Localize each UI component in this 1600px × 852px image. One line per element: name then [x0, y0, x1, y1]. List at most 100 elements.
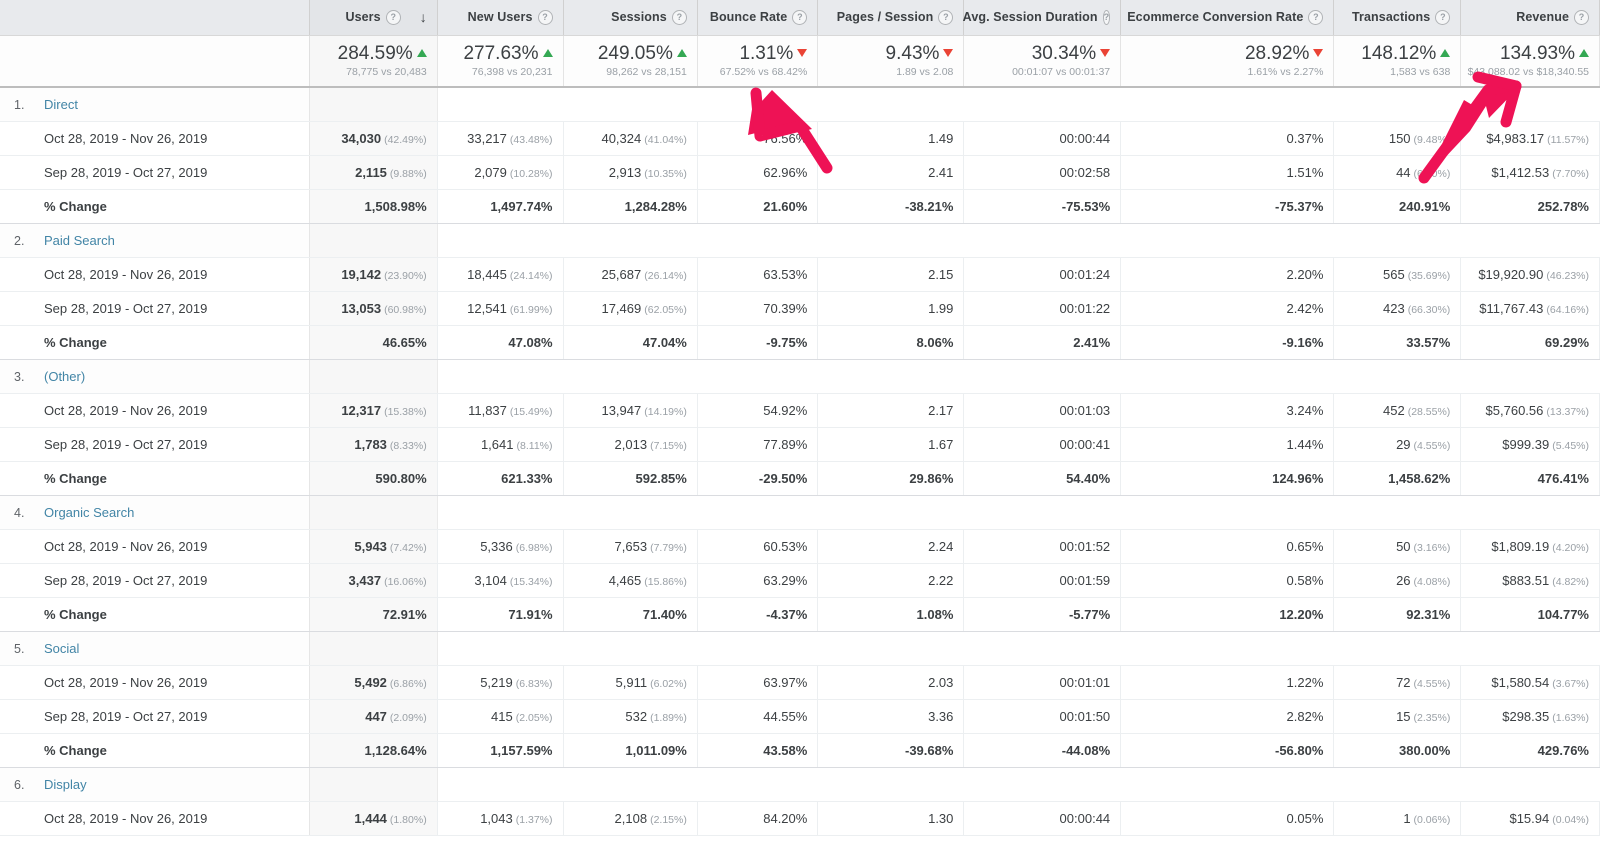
cell-percent-of-total: (6.02%) — [650, 677, 687, 690]
cell-value: 0.58% — [1286, 572, 1324, 588]
cell-transactions: 92.31% — [1333, 597, 1462, 632]
help-icon[interactable]: ? — [1574, 9, 1589, 25]
cell-pages_session: 1.08% — [817, 597, 965, 632]
cell-bounce_rate: 84.20% — [697, 801, 819, 836]
cell-value: 2,079 — [474, 164, 507, 180]
summary-value: 30.34% — [1031, 42, 1097, 64]
cell-sessions: 592.85% — [563, 461, 698, 496]
change-row: % Change 46.65% 47.08% 47.04% -9.75% 8.06% 2.4… — [0, 325, 1600, 360]
summary-cell-bounce_rate: 1.31% 67.52% vs 68.42% — [697, 35, 819, 88]
group-name-link[interactable]: (Other) — [44, 369, 85, 384]
cell-value: 44 — [1396, 164, 1411, 180]
cell-value: 0.65% — [1286, 538, 1324, 554]
group-name-link[interactable]: Organic Search — [44, 505, 134, 520]
cell-value: 60.53% — [763, 538, 808, 554]
cell-value: 70.39% — [763, 300, 808, 316]
help-icon[interactable]: ? — [792, 9, 808, 25]
cell-ecommerce_cr: 124.96% — [1120, 461, 1335, 496]
cell-value: 252.78% — [1537, 198, 1589, 214]
group-spacer — [437, 223, 1600, 258]
column-header-bounce-rate[interactable]: Bounce Rate ? — [697, 0, 819, 36]
cell-value: 62.96% — [763, 164, 808, 180]
cell-value: 1.49 — [928, 130, 954, 146]
cell-value: 5,943 — [354, 538, 387, 554]
cell-bounce_rate: 76.56% — [697, 121, 819, 156]
cell-percent-of-total: (2.05%) — [515, 711, 553, 724]
row-label-cell: Oct 28, 2019 - Nov 26, 2019 — [0, 529, 310, 564]
cell-value: $19,920.90 — [1478, 266, 1544, 282]
cell-percent-of-total: (16.06%) — [384, 575, 427, 588]
sort-descending-icon[interactable]: ↓ — [420, 10, 427, 24]
cell-percent-of-total: (4.55%) — [1413, 677, 1451, 690]
row-label-cell: Oct 28, 2019 - Nov 26, 2019 — [0, 665, 310, 700]
cell-value: 3.24% — [1286, 402, 1324, 418]
cell-value: 2.41% — [1073, 334, 1111, 350]
cell-revenue: $4,983.17 (11.57%) — [1460, 121, 1600, 156]
help-icon[interactable]: ? — [537, 9, 553, 25]
column-header-pages-session[interactable]: Pages / Session ? — [817, 0, 965, 36]
cell-percent-of-total: (3.16%) — [1413, 541, 1451, 554]
summary-cell-sessions: 249.05% 98,262 vs 28,151 — [563, 35, 698, 88]
trend-down-icon — [943, 48, 954, 57]
column-header-avg-session-duration[interactable]: Avg. Session Duration ? — [963, 0, 1122, 36]
help-icon[interactable]: ? — [938, 9, 954, 25]
cell-value: 2.15 — [928, 266, 954, 282]
cell-percent-of-total: (2.15%) — [650, 813, 687, 826]
summary-value: 9.43% — [885, 42, 940, 64]
cell-percent-of-total: (4.08%) — [1413, 575, 1451, 588]
cell-users: 2,115 (9.88%) — [309, 155, 438, 190]
cell-sessions: 4,465 (15.86%) — [563, 563, 698, 598]
cell-percent-of-total: (28.55%) — [1407, 405, 1451, 418]
table-row: Oct 28, 2019 - Nov 26, 2019 34,030 (42.49%… — [0, 121, 1600, 156]
column-header-new-users[interactable]: New Users ? — [437, 0, 564, 36]
column-header-revenue[interactable]: Revenue ? — [1460, 0, 1600, 36]
cell-avg_duration: 00:01:01 — [963, 665, 1122, 700]
cell-new_users: 621.33% — [437, 461, 564, 496]
column-label-sessions: Sessions — [611, 10, 667, 25]
cell-bounce_rate: 77.89% — [697, 427, 819, 462]
cell-new_users: 33,217 (43.48%) — [437, 121, 564, 156]
cell-value: 72.91% — [382, 606, 427, 622]
cell-value: 1,508.98% — [364, 198, 427, 214]
row-label-cell: Sep 28, 2019 - Oct 27, 2019 — [0, 563, 310, 598]
group-name-link[interactable]: Display — [44, 777, 87, 792]
cell-percent-of-total: (1.37%) — [515, 813, 553, 826]
summary-comparison: 00:01:07 vs 00:01:37 — [1012, 65, 1111, 78]
column-header-transactions[interactable]: Transactions ? — [1333, 0, 1462, 36]
cell-sessions: 17,469 (62.05%) — [563, 291, 698, 326]
cell-ecommerce_cr: 2.42% — [1120, 291, 1335, 326]
cell-transactions: 565 (35.69%) — [1333, 257, 1462, 292]
cell-ecommerce_cr: 1.51% — [1120, 155, 1335, 190]
column-header-sessions[interactable]: Sessions ? — [563, 0, 698, 36]
cell-users: 447 (2.09%) — [309, 699, 438, 734]
cell-value: 63.53% — [763, 266, 808, 282]
help-icon[interactable]: ? — [1435, 9, 1451, 25]
cell-value: 1.08% — [916, 606, 954, 622]
summary-dimension-cell — [0, 35, 310, 88]
help-icon[interactable]: ? — [671, 9, 687, 25]
cell-percent-of-total: (9.48%) — [1413, 133, 1451, 146]
row-label-cell: % Change — [0, 733, 310, 768]
cell-avg_duration: -75.53% — [963, 189, 1122, 224]
group-name-link[interactable]: Direct — [44, 97, 78, 112]
cell-value: 2,013 — [614, 436, 648, 452]
group-name-link[interactable]: Paid Search — [44, 233, 115, 248]
help-icon[interactable]: ? — [1308, 9, 1324, 25]
cell-new_users: 3,104 (15.34%) — [437, 563, 564, 598]
table-row: Oct 28, 2019 - Nov 26, 2019 5,492 (6.86%) 5… — [0, 665, 1600, 700]
cell-new_users: 415 (2.05%) — [437, 699, 564, 734]
group-name-link[interactable]: Social — [44, 641, 79, 656]
table-row: Oct 28, 2019 - Nov 26, 2019 5,943 (7.42%) 5… — [0, 529, 1600, 564]
cell-bounce_rate: 63.97% — [697, 665, 819, 700]
cell-percent-of-total: (8.11%) — [516, 439, 553, 452]
cell-transactions: 26 (4.08%) — [1333, 563, 1462, 598]
cell-users: 1,444 (1.80%) — [309, 801, 438, 836]
cell-pages_session: 2.03 — [817, 665, 965, 700]
help-icon[interactable]: ? — [1102, 9, 1111, 25]
summary-value: 277.63% — [463, 42, 539, 64]
column-header-ecommerce-conversion-rate[interactable]: Ecommerce Conversion Rate ? — [1120, 0, 1335, 36]
column-header-users[interactable]: Users ? ↓ — [309, 0, 438, 36]
cell-value: 447 — [365, 708, 387, 724]
help-icon[interactable]: ? — [385, 9, 401, 25]
cell-value: 380.00% — [1398, 742, 1451, 758]
